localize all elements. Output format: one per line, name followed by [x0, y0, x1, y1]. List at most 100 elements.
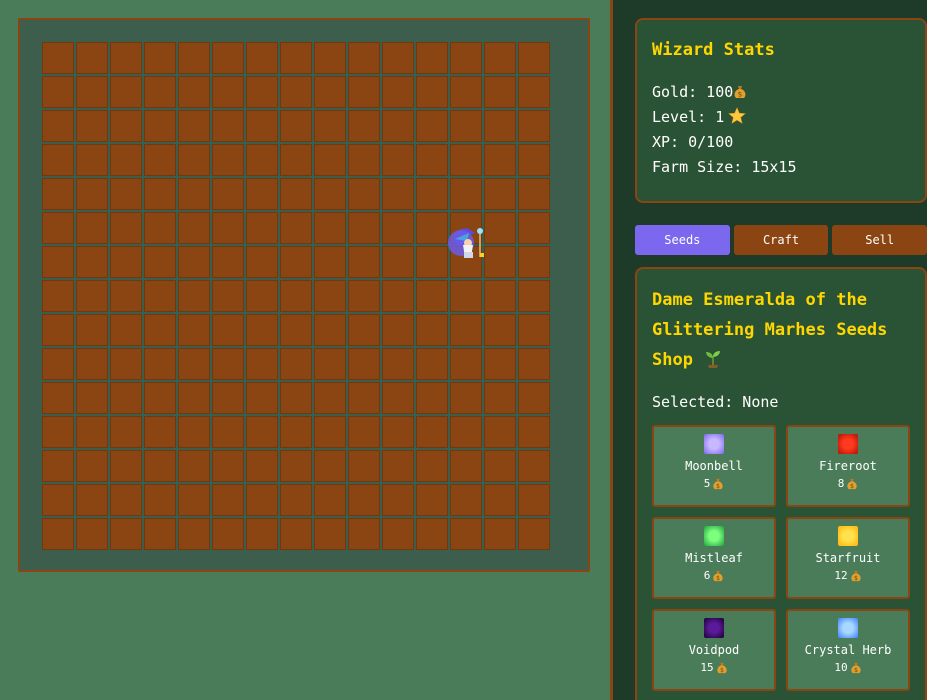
farm-tile[interactable] — [416, 144, 448, 176]
farm-tile[interactable] — [178, 178, 210, 210]
farm-tile[interactable] — [382, 416, 414, 448]
farm-tile[interactable] — [76, 212, 108, 244]
farm-tile[interactable] — [450, 348, 482, 380]
farm-tile[interactable] — [110, 450, 142, 482]
farm-tile[interactable] — [76, 246, 108, 278]
farm-tile[interactable] — [280, 110, 312, 142]
farm-tile[interactable] — [178, 484, 210, 516]
farm-tile[interactable] — [246, 212, 278, 244]
farm-tile[interactable] — [450, 42, 482, 74]
farm-tile[interactable] — [280, 280, 312, 312]
farm-tile[interactable] — [484, 76, 516, 108]
farm-tile[interactable] — [246, 144, 278, 176]
farm-tile[interactable] — [314, 246, 346, 278]
farm-tile[interactable] — [178, 382, 210, 414]
seed-card-crystal-herb[interactable]: Crystal Herb 10 $ — [786, 609, 910, 691]
farm-tile[interactable] — [178, 518, 210, 550]
farm-tile[interactable] — [314, 348, 346, 380]
farm-tile[interactable] — [382, 348, 414, 380]
farm-tile[interactable] — [416, 484, 448, 516]
farm-tile[interactable] — [42, 314, 74, 346]
farm-tile[interactable] — [144, 110, 176, 142]
farm-tile[interactable] — [450, 518, 482, 550]
farm-tile[interactable] — [178, 42, 210, 74]
farm-tile[interactable] — [42, 416, 74, 448]
farm-tile[interactable] — [212, 212, 244, 244]
farm-tile[interactable] — [110, 518, 142, 550]
farm-tile[interactable] — [212, 110, 244, 142]
farm-tile[interactable] — [144, 348, 176, 380]
farm-tile[interactable] — [42, 348, 74, 380]
farm-tile[interactable] — [348, 314, 380, 346]
farm-tile[interactable] — [348, 212, 380, 244]
farm-tile[interactable] — [518, 518, 550, 550]
farm-tile[interactable] — [76, 416, 108, 448]
farm-tile[interactable] — [280, 76, 312, 108]
farm-tile[interactable] — [246, 450, 278, 482]
farm-tile[interactable] — [518, 144, 550, 176]
farm-tile[interactable] — [348, 416, 380, 448]
farm-tile[interactable] — [76, 450, 108, 482]
farm-tile[interactable] — [280, 484, 312, 516]
farm-tile[interactable] — [518, 314, 550, 346]
farm-tile[interactable] — [76, 144, 108, 176]
farm-tile[interactable] — [314, 382, 346, 414]
farm-tile[interactable] — [110, 484, 142, 516]
farm-tile[interactable] — [212, 42, 244, 74]
farm-tile[interactable] — [42, 484, 74, 516]
farm-tile[interactable] — [416, 348, 448, 380]
farm-tile[interactable] — [518, 246, 550, 278]
farm-tile[interactable] — [314, 314, 346, 346]
farm-tile[interactable] — [178, 212, 210, 244]
farm-tile[interactable] — [212, 144, 244, 176]
farm-tile[interactable] — [484, 348, 516, 380]
farm-tile[interactable] — [450, 246, 482, 278]
farm-tile[interactable] — [416, 110, 448, 142]
farm-tile[interactable] — [314, 518, 346, 550]
farm-tile[interactable] — [484, 144, 516, 176]
farm-tile[interactable] — [144, 178, 176, 210]
farm-tile[interactable] — [348, 144, 380, 176]
farm-tile[interactable] — [484, 178, 516, 210]
farm-tile[interactable] — [348, 246, 380, 278]
farm-tile[interactable] — [518, 280, 550, 312]
farm-tile[interactable] — [76, 110, 108, 142]
farm-tile[interactable] — [42, 212, 74, 244]
farm-tile[interactable] — [280, 42, 312, 74]
farm-tile[interactable] — [246, 110, 278, 142]
farm-tile[interactable] — [280, 246, 312, 278]
farm-tile[interactable] — [450, 144, 482, 176]
farm-tile[interactable] — [450, 212, 482, 244]
farm-tile[interactable] — [484, 484, 516, 516]
farm-tile[interactable] — [246, 518, 278, 550]
farm-tile[interactable] — [416, 76, 448, 108]
farm-tile[interactable] — [178, 144, 210, 176]
farm-tile[interactable] — [76, 76, 108, 108]
farm-tile[interactable] — [144, 246, 176, 278]
farm-tile[interactable] — [450, 280, 482, 312]
farm-tile[interactable] — [280, 178, 312, 210]
farm-tile[interactable] — [246, 314, 278, 346]
farm-tile[interactable] — [518, 348, 550, 380]
farm-tile[interactable] — [416, 382, 448, 414]
farm-tile[interactable] — [382, 110, 414, 142]
farm-tile[interactable] — [450, 76, 482, 108]
farm-tile[interactable] — [484, 110, 516, 142]
farm-tile[interactable] — [348, 110, 380, 142]
farm-tile[interactable] — [212, 450, 244, 482]
farm-tile[interactable] — [42, 518, 74, 550]
farm-tile[interactable] — [246, 42, 278, 74]
tab-sell[interactable]: Sell — [832, 225, 927, 255]
farm-tile[interactable] — [450, 416, 482, 448]
farm-tile[interactable] — [76, 178, 108, 210]
farm-tile[interactable] — [450, 178, 482, 210]
farm-tile[interactable] — [212, 246, 244, 278]
farm-tile[interactable] — [76, 348, 108, 380]
farm-tile[interactable] — [382, 42, 414, 74]
farm-tile[interactable] — [178, 348, 210, 380]
farm-tile[interactable] — [314, 178, 346, 210]
farm-tile[interactable] — [144, 416, 176, 448]
farm-tile[interactable] — [246, 280, 278, 312]
farm-tile[interactable] — [382, 382, 414, 414]
tab-craft[interactable]: Craft — [733, 225, 829, 255]
